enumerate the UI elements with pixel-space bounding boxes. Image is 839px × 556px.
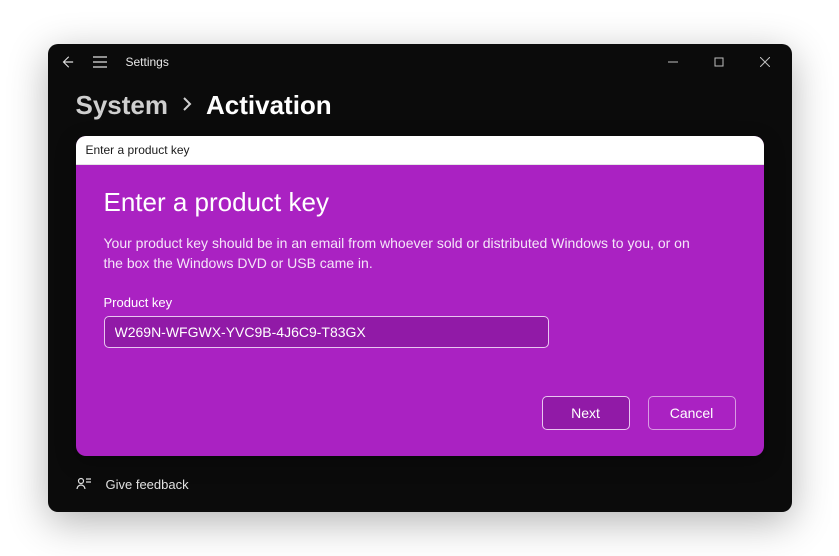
minimize-button[interactable] <box>650 46 696 78</box>
product-key-label: Product key <box>104 295 736 310</box>
next-button[interactable]: Next <box>542 396 630 430</box>
chevron-right-icon <box>182 95 192 116</box>
cancel-button[interactable]: Cancel <box>648 396 736 430</box>
titlebar: Settings <box>48 44 792 80</box>
window-controls <box>650 46 788 78</box>
dialog-description: Your product key should be in an email f… <box>104 234 704 273</box>
dialog-body: Enter a product key Your product key sho… <box>76 165 764 456</box>
breadcrumb-current: Activation <box>206 90 332 121</box>
close-button[interactable] <box>742 46 788 78</box>
product-key-dialog: Enter a product key Enter a product key … <box>76 136 764 456</box>
settings-window: Settings System <box>48 44 792 512</box>
breadcrumb-root[interactable]: System <box>76 90 169 121</box>
feedback-icon <box>76 476 92 492</box>
give-feedback-link[interactable]: Give feedback <box>76 476 189 492</box>
feedback-label: Give feedback <box>106 477 189 492</box>
dialog-heading: Enter a product key <box>104 187 736 218</box>
dialog-title: Enter a product key <box>76 136 764 165</box>
product-key-input[interactable] <box>104 316 549 348</box>
dialog-actions: Next Cancel <box>104 396 736 436</box>
titlebar-left: Settings <box>60 55 169 69</box>
app-title: Settings <box>126 55 169 69</box>
back-icon[interactable] <box>60 55 74 69</box>
maximize-button[interactable] <box>696 46 742 78</box>
breadcrumb: System Activation <box>48 80 792 135</box>
hamburger-icon[interactable] <box>92 55 108 69</box>
